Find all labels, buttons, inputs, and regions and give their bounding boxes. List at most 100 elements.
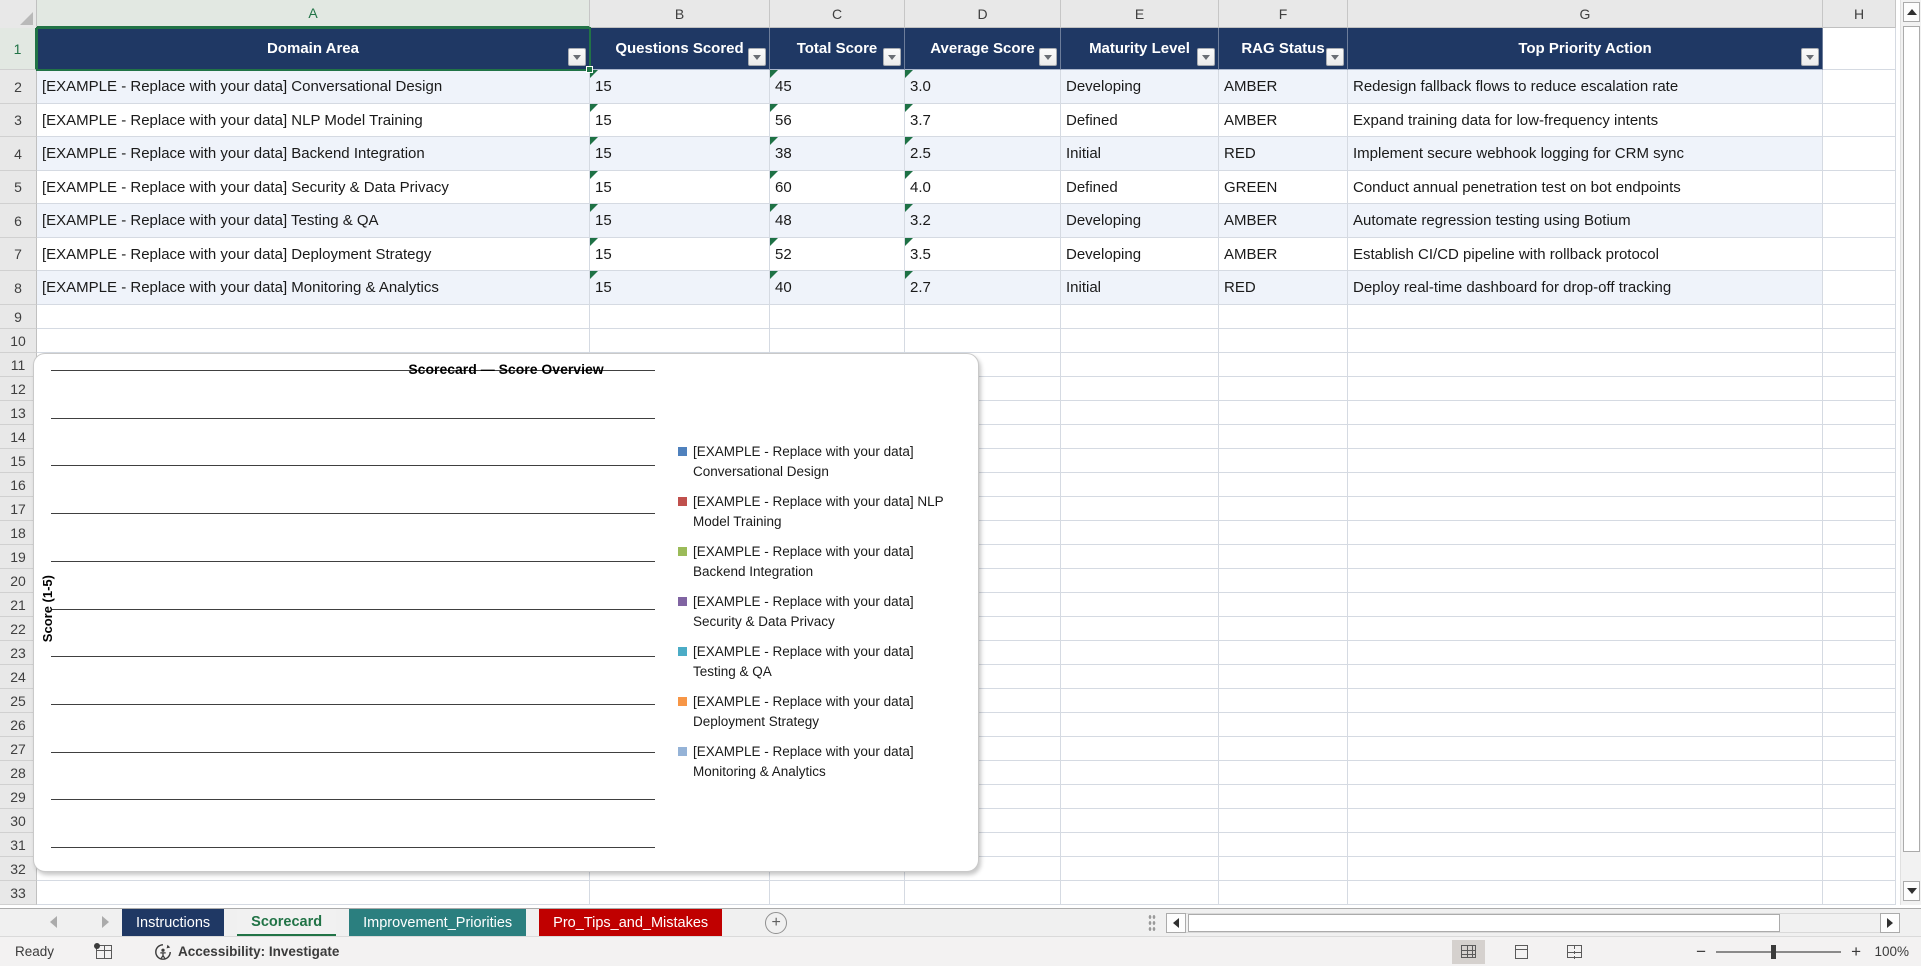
cell-E22[interactable] [1061,617,1219,641]
scroll-left-button[interactable] [1166,912,1186,933]
accessibility-status[interactable]: Accessibility: Investigate [178,944,339,959]
header-cell-B1[interactable]: Questions Scored [590,28,770,70]
cell-B5[interactable]: 15 [590,171,770,204]
row-header-26[interactable]: 26 [0,713,37,737]
row-header-25[interactable]: 25 [0,689,37,713]
cell-G28[interactable] [1348,761,1823,785]
cell-F31[interactable] [1219,833,1348,857]
cell-G32[interactable] [1348,857,1823,881]
cell-F32[interactable] [1219,857,1348,881]
cell-E6[interactable]: Developing [1061,204,1219,238]
cell-E31[interactable] [1061,833,1219,857]
cell-H21[interactable] [1823,593,1896,617]
cell-H27[interactable] [1823,737,1896,761]
cell-E14[interactable] [1061,425,1219,449]
header-cell-D1[interactable]: Average Score [905,28,1061,70]
cell-H11[interactable] [1823,353,1896,377]
vertical-scroll-thumb[interactable] [1903,26,1920,852]
cell-E26[interactable] [1061,713,1219,737]
cell-E28[interactable] [1061,761,1219,785]
cell-F5[interactable]: GREEN [1219,171,1348,204]
row-header-23[interactable]: 23 [0,641,37,665]
cell-H29[interactable] [1823,785,1896,809]
cell-H12[interactable] [1823,377,1896,401]
cell-F19[interactable] [1219,545,1348,569]
cell-E17[interactable] [1061,497,1219,521]
cell-C6[interactable]: 48 [770,204,905,238]
cell-F17[interactable] [1219,497,1348,521]
cell-E4[interactable]: Initial [1061,137,1219,171]
scroll-up-button[interactable] [1903,2,1920,22]
cell-F21[interactable] [1219,593,1348,617]
sheet-tab-instructions[interactable]: Instructions [122,909,225,937]
row-header-11[interactable]: 11 [0,353,37,377]
cell-C4[interactable]: 38 [770,137,905,171]
horizontal-scrollbar[interactable] [1148,911,1908,934]
row-header-19[interactable]: 19 [0,545,37,569]
cell-E27[interactable] [1061,737,1219,761]
cell-C8[interactable]: 40 [770,271,905,305]
cell-H32[interactable] [1823,857,1896,881]
cell-F9[interactable] [1219,305,1348,329]
row-header-4[interactable]: 4 [0,137,37,171]
cell-G4[interactable]: Implement secure webhook logging for CRM… [1348,137,1823,171]
cell-D9[interactable] [905,305,1061,329]
cell-D33[interactable] [905,881,1061,905]
cell-H22[interactable] [1823,617,1896,641]
cell-C33[interactable] [770,881,905,905]
cell-B10[interactable] [590,329,770,353]
cell-H16[interactable] [1823,473,1896,497]
scroll-right-button[interactable] [1880,912,1900,933]
cell-F6[interactable]: AMBER [1219,204,1348,238]
cell-G18[interactable] [1348,521,1823,545]
accessibility-checker-icon[interactable] [154,943,172,961]
cell-G24[interactable] [1348,665,1823,689]
cell-G5[interactable]: Conduct annual penetration test on bot e… [1348,171,1823,204]
cell-A2[interactable]: [EXAMPLE - Replace with your data] Conve… [37,70,590,104]
cell-H8[interactable] [1823,271,1896,305]
row-header-24[interactable]: 24 [0,665,37,689]
column-header-H[interactable]: H [1823,0,1896,28]
cell-G8[interactable]: Deploy real-time dashboard for drop-off … [1348,271,1823,305]
cell-F25[interactable] [1219,689,1348,713]
filter-dropdown-button[interactable] [1197,48,1215,66]
cell-D3[interactable]: 3.7 [905,104,1061,137]
cell-E24[interactable] [1061,665,1219,689]
column-header-B[interactable]: B [590,0,770,28]
cell-F7[interactable]: AMBER [1219,238,1348,271]
cell-G13[interactable] [1348,401,1823,425]
cell-B9[interactable] [590,305,770,329]
row-header-14[interactable]: 14 [0,425,37,449]
column-header-F[interactable]: F [1219,0,1348,28]
row-header-12[interactable]: 12 [0,377,37,401]
cell-C10[interactable] [770,329,905,353]
cell-E21[interactable] [1061,593,1219,617]
cell-H7[interactable] [1823,238,1896,271]
cell-F28[interactable] [1219,761,1348,785]
cell-E33[interactable] [1061,881,1219,905]
row-header-18[interactable]: 18 [0,521,37,545]
cell-H10[interactable] [1823,329,1896,353]
page-break-view-button[interactable] [1558,940,1591,964]
cell-A9[interactable] [37,305,590,329]
column-header-C[interactable]: C [770,0,905,28]
cell-E18[interactable] [1061,521,1219,545]
filter-dropdown-button[interactable] [1039,48,1057,66]
cell-G7[interactable]: Establish CI/CD pipeline with rollback p… [1348,238,1823,271]
filter-dropdown-button[interactable] [883,48,901,66]
cell-B3[interactable]: 15 [590,104,770,137]
cell-H18[interactable] [1823,521,1896,545]
cell-H20[interactable] [1823,569,1896,593]
cell-B8[interactable]: 15 [590,271,770,305]
cell-A6[interactable]: [EXAMPLE - Replace with your data] Testi… [37,204,590,238]
cell-H9[interactable] [1823,305,1896,329]
cell-E10[interactable] [1061,329,1219,353]
row-header-28[interactable]: 28 [0,761,37,785]
cell-E15[interactable] [1061,449,1219,473]
cell-C2[interactable]: 45 [770,70,905,104]
cell-F18[interactable] [1219,521,1348,545]
cell-G33[interactable] [1348,881,1823,905]
cell-G21[interactable] [1348,593,1823,617]
row-header-3[interactable]: 3 [0,104,37,137]
cell-H13[interactable] [1823,401,1896,425]
